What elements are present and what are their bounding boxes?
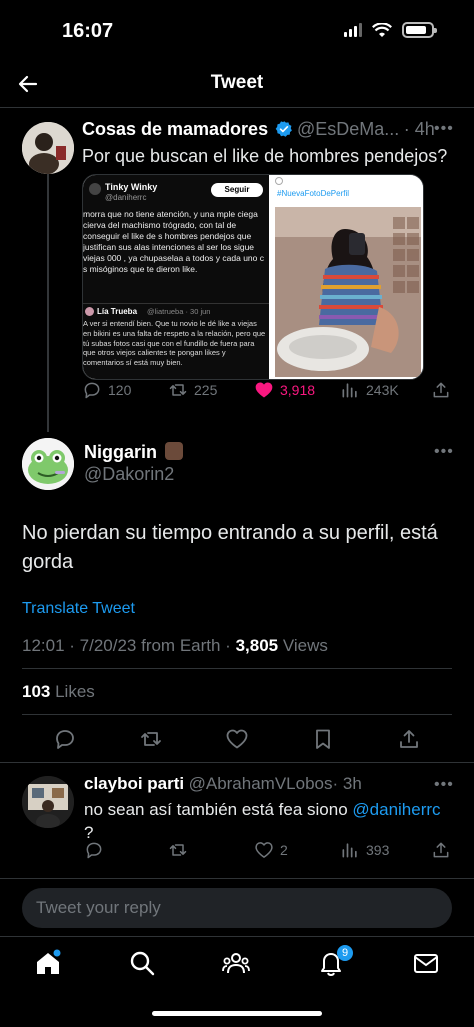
reply-avatar[interactable] — [22, 776, 74, 828]
tweet-timestamp: 12:01 · 7/20/23 from Earth · — [22, 636, 236, 655]
embedded-hashtag: #NuevaFotoDePerfil — [277, 189, 350, 198]
main-avatar[interactable] — [22, 438, 74, 490]
views-chart-icon — [342, 843, 357, 858]
parent-author-name[interactable]: Cosas de mamadores — [82, 119, 268, 139]
home-icon[interactable] — [34, 949, 62, 977]
views-button[interactable]: 243K — [340, 380, 399, 400]
home-indicator — [152, 1011, 322, 1016]
reply-button[interactable]: 120 — [82, 380, 131, 400]
reply-author-handle[interactable]: @AbrahamVLobos — [189, 774, 333, 793]
communities-icon[interactable] — [222, 949, 250, 977]
author-emoji-icon — [165, 442, 184, 460]
retweet-icon — [169, 384, 187, 396]
reply-count: 120 — [108, 382, 132, 398]
thread-line — [47, 174, 49, 432]
embedded-quoted-name: Lía Trueba — [97, 307, 138, 316]
reply-share-button[interactable] — [431, 840, 451, 860]
reply-reply-button[interactable] — [84, 840, 104, 860]
divider — [22, 714, 452, 715]
bookmark-icon[interactable] — [311, 727, 335, 751]
retweet-count: 225 — [194, 382, 218, 398]
like-button[interactable]: 3,918 — [254, 380, 315, 400]
main-author-name-row: Niggarin — [84, 442, 184, 463]
heart-filled-icon — [255, 382, 273, 398]
section-divider — [0, 878, 474, 879]
share-icon[interactable] — [397, 727, 421, 751]
search-icon[interactable] — [128, 949, 156, 977]
reply-text-body: no sean así también está fea siono — [84, 800, 353, 819]
embedded-quoted-handle: @liatrueba · 30 jun — [147, 307, 211, 316]
heart-icon — [255, 842, 273, 858]
wifi-icon — [372, 22, 392, 37]
reply-author-name[interactable]: clayboi parti — [84, 774, 184, 793]
retweet-icon — [169, 844, 187, 856]
embedded-user-handle: @daniherrc — [105, 193, 147, 202]
section-divider — [0, 762, 474, 763]
tweet-views-count[interactable]: 3,805 — [236, 636, 279, 655]
share-icon — [433, 382, 449, 398]
reply-input-placeholder: Tweet your reply — [36, 898, 161, 917]
parent-timestamp: · 4h — [403, 119, 435, 139]
reply-header: clayboi parti @AbrahamVLobos· 3h — [84, 774, 362, 794]
embedded-profile-photo: #NuevaFotoDePerfil — [271, 175, 423, 379]
share-icon — [433, 842, 449, 858]
reply-icon — [86, 842, 102, 859]
embedded-follow-button: Seguir — [211, 183, 263, 197]
page-title: Tweet — [210, 72, 264, 93]
embedded-screenshot: Tinky Winky @daniherrc Seguir morra que … — [83, 175, 269, 379]
main-author-name[interactable]: Niggarin — [84, 442, 157, 462]
verified-badge-icon — [275, 121, 292, 137]
main-tweet-text: No pierdan su tiempo entrando a su perfi… — [22, 522, 438, 573]
battery-icon — [402, 22, 437, 38]
reply-input[interactable]: Tweet your reply — [22, 888, 452, 928]
reply-icon[interactable] — [53, 727, 77, 751]
divider — [22, 668, 452, 669]
reply-text: no sean así también está fea siono @dani… — [84, 798, 454, 844]
tweet-views-label: Views — [278, 636, 328, 655]
retweet-icon[interactable] — [139, 727, 163, 751]
reply-icon — [84, 382, 100, 399]
translate-tweet-link[interactable]: Translate Tweet — [22, 600, 135, 618]
cellular-signal-icon — [344, 23, 362, 37]
parent-tweet-text: Por que buscan el like de hombres pendej… — [82, 146, 448, 166]
reply-mention-link[interactable]: @daniherrc — [352, 800, 440, 819]
parent-avatar[interactable] — [22, 122, 74, 174]
messages-icon[interactable] — [412, 949, 440, 977]
tweet-meta: 12:01 · 7/20/23 from Earth · 3,805 Views — [22, 636, 328, 656]
tweet-media[interactable]: Tinky Winky @daniherrc Seguir morra que … — [82, 174, 424, 380]
embedded-user-name: Tinky Winky — [105, 182, 158, 192]
embedded-text: morra que no tiene atención, y una mple … — [83, 209, 264, 274]
share-button[interactable] — [431, 380, 451, 400]
embedded-quoted-text: A ver si entendí bien. Que tu novio le d… — [83, 319, 266, 368]
heart-icon[interactable] — [225, 727, 249, 751]
main-author-handle[interactable]: @Dakorin2 — [84, 464, 174, 485]
reply-views-button[interactable]: 393 — [340, 840, 389, 860]
reply-like-count: 2 — [280, 842, 288, 858]
views-chart-icon — [342, 383, 357, 398]
views-count: 243K — [366, 382, 399, 398]
like-count: 3,918 — [280, 382, 316, 398]
notifications-tab[interactable]: 9 — [317, 945, 353, 979]
selfie-photo — [275, 207, 421, 377]
main-more-icon[interactable]: ••• — [434, 443, 454, 461]
reply-more-icon[interactable]: ••• — [434, 776, 454, 794]
parent-author-handle[interactable]: @EsDeMa... — [297, 119, 399, 139]
reply-timestamp: · 3h — [332, 774, 362, 793]
retweet-button[interactable]: 225 — [168, 380, 217, 400]
parent-more-icon[interactable]: ••• — [434, 120, 454, 138]
tweet-likes-summary[interactable]: 103 Likes — [22, 682, 95, 702]
parent-tweet-header: Cosas de mamadores @EsDeMa... · 4h — [82, 119, 435, 140]
status-icons — [344, 22, 437, 38]
main-action-row — [0, 727, 474, 751]
status-time: 16:07 — [62, 20, 114, 42]
likes-label: Likes — [50, 682, 95, 701]
reply-retweet-button[interactable] — [168, 840, 188, 860]
reply-views-count: 393 — [366, 842, 390, 858]
reply-like-button[interactable]: 2 — [254, 840, 288, 860]
top-header: Tweet — [0, 60, 474, 108]
notification-badge: 9 — [337, 945, 353, 961]
status-bar: 16:07 — [0, 0, 474, 60]
likes-total: 103 — [22, 682, 51, 701]
